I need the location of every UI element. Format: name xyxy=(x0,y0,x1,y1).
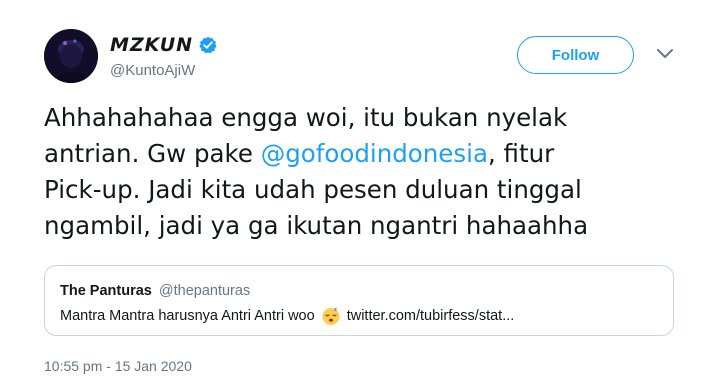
author-handle[interactable]: @KuntoAjiW xyxy=(110,62,195,79)
chevron-down-icon[interactable] xyxy=(654,46,676,62)
tweet-text-segment: antrian. Gw pake xyxy=(44,139,261,168)
quoted-tweet[interactable]: The Panturas @thepanturas Mantra Mantra … xyxy=(44,265,674,336)
tweet-text-line-1: Ahhahahahaa engga woi, itu bukan nyelak xyxy=(44,103,568,132)
quoted-tweet-text: Mantra Mantra harusnya Antri Antri woo z… xyxy=(60,306,514,326)
tweet-text-line-3: Pick-up. Jadi kita udah pesen duluan tin… xyxy=(44,175,582,204)
tweet-text-line-2: antrian. Gw pake @gofoodindonesia, fitur xyxy=(44,136,694,172)
tweet-text-line-4: ngambil, jadi ya ga ikutan ngantri hahaa… xyxy=(44,211,589,240)
tweet-card: MZKUN @KuntoAjiW Follow Ahhahahahaa engg… xyxy=(0,0,720,390)
mention-link[interactable]: @gofoodindonesia xyxy=(261,139,488,168)
tweet-text-segment: , fitur xyxy=(487,139,555,168)
quoted-author-handle: @thepanturas xyxy=(158,283,251,299)
tweet-timestamp[interactable]: 10:55 pm - 15 Jan 2020 xyxy=(44,358,192,374)
tweet-text: Ahhahahahaa engga woi, itu bukan nyelak … xyxy=(44,100,694,244)
quoted-link-text: twitter.com/tubirfess/stat... xyxy=(346,308,515,324)
sleeping-face-emoji-icon: z xyxy=(321,306,341,326)
quoted-tweet-header: The Panturas @thepanturas xyxy=(60,283,250,299)
quoted-text-segment: Mantra Mantra harusnya Antri Antri woo xyxy=(60,308,315,324)
author-avatar[interactable] xyxy=(44,29,98,83)
quoted-author-name: The Panturas xyxy=(60,283,152,299)
author-name-row: MZKUN xyxy=(110,34,217,56)
author-display-name[interactable]: MZKUN xyxy=(110,34,193,56)
svg-text:z: z xyxy=(334,307,337,313)
follow-button[interactable]: Follow xyxy=(517,36,634,74)
verified-badge-icon xyxy=(199,36,217,54)
